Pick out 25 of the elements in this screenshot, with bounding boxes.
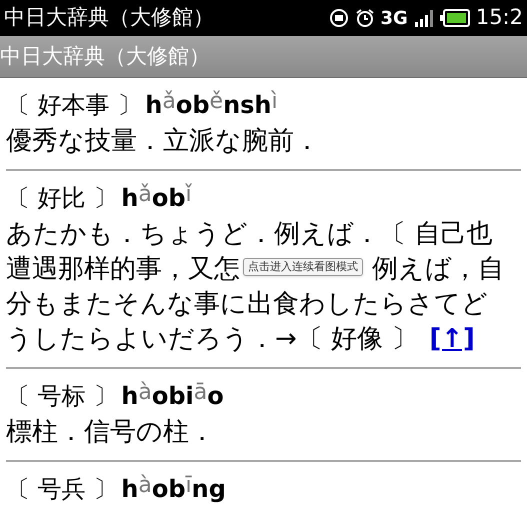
headword: 〔 号兵 〕: [6, 474, 118, 505]
pinyin: hǎoběnshì: [145, 88, 278, 121]
network-type: 3G: [380, 6, 408, 30]
pinyin: hàobīng: [121, 472, 226, 505]
definition-text: うしたらよいだろう．→〔 好像 〕: [6, 323, 418, 356]
app-title: 中日大辞典（大修館）: [4, 4, 214, 32]
tooltip: 点击进入连续看图模式: [243, 258, 363, 276]
signal-icon: [414, 8, 434, 28]
up-link[interactable]: [↑]: [429, 320, 475, 359]
pinyin: hǎobǐ: [121, 181, 192, 214]
pinyin: hàobiāo: [121, 379, 224, 412]
alarm-clock-icon: [354, 8, 375, 28]
headword: 〔 好比 〕: [6, 183, 118, 214]
definition-text: あたかも．ちょうど．例えば．〔 自己也: [6, 218, 492, 251]
clock: 15:2: [476, 4, 523, 32]
headword: 〔 号标 〕: [6, 381, 118, 412]
definition-text: 分もまたそんな事に出食わしたらさてど: [6, 288, 488, 321]
definition-text: 標柱．信号の柱．: [6, 416, 215, 449]
definition-text: 優秀な技量．立派な腕前．: [6, 125, 320, 158]
action-bar-title: 中日大辞典（大修館）: [0, 42, 210, 70]
battery-icon: [440, 9, 470, 27]
notification-icon: [328, 8, 349, 28]
definition-text: 例えば，自: [372, 253, 504, 286]
definition-text: 遭遇那样的事，又怎: [6, 253, 240, 286]
headword: 〔 好本事 〕: [6, 90, 142, 121]
